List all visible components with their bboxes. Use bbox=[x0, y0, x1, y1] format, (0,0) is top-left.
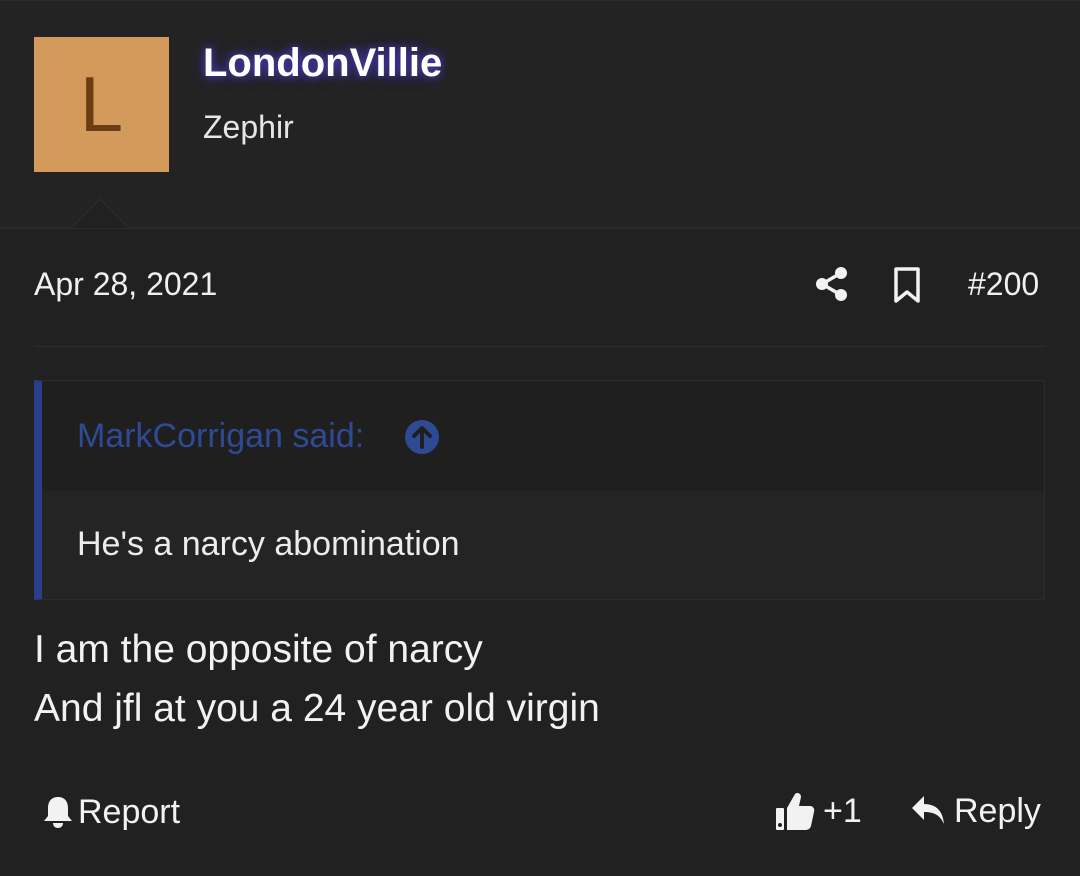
user-title: Zephir bbox=[203, 109, 294, 145]
reply-button[interactable]: Reply bbox=[910, 788, 1041, 834]
report-label: Report bbox=[78, 792, 181, 831]
post-number-link[interactable]: #200 bbox=[968, 266, 1039, 303]
quote-author-link[interactable]: MarkCorrigan said: bbox=[77, 417, 364, 456]
report-button[interactable]: Report bbox=[42, 790, 180, 834]
header-divider bbox=[0, 227, 1080, 229]
username-link[interactable]: LondonVillie bbox=[203, 41, 442, 86]
arrow-up-circle-icon[interactable] bbox=[404, 419, 440, 455]
post-date-link[interactable]: Apr 28, 2021 bbox=[34, 266, 217, 303]
quote-header: MarkCorrigan said: bbox=[42, 381, 1044, 491]
post-user-header: L LondonVillie Zephir bbox=[0, 0, 1080, 229]
message-line: I am the opposite of narcy bbox=[34, 628, 483, 671]
thumbs-up-icon bbox=[776, 793, 815, 830]
reply-arrow-icon bbox=[912, 796, 944, 824]
forum-post: L LondonVillie Zephir Apr 28, 2021 #200 … bbox=[0, 0, 1080, 876]
avatar[interactable]: L bbox=[34, 37, 169, 172]
quote-block: MarkCorrigan said: He's a narcy abominat… bbox=[34, 380, 1045, 600]
bookmark-icon[interactable] bbox=[893, 267, 921, 303]
reply-label: Reply bbox=[954, 791, 1041, 830]
share-icon[interactable] bbox=[815, 266, 849, 302]
header-arrow-notch-inner bbox=[72, 200, 128, 228]
quote-body: He's a narcy abomination bbox=[77, 525, 460, 563]
message-line: And jfl at you a 24 year old virgin bbox=[34, 687, 600, 730]
like-button[interactable]: +1 bbox=[775, 788, 862, 834]
meta-divider bbox=[34, 346, 1046, 347]
bell-icon bbox=[44, 797, 72, 828]
like-count: +1 bbox=[823, 791, 862, 830]
